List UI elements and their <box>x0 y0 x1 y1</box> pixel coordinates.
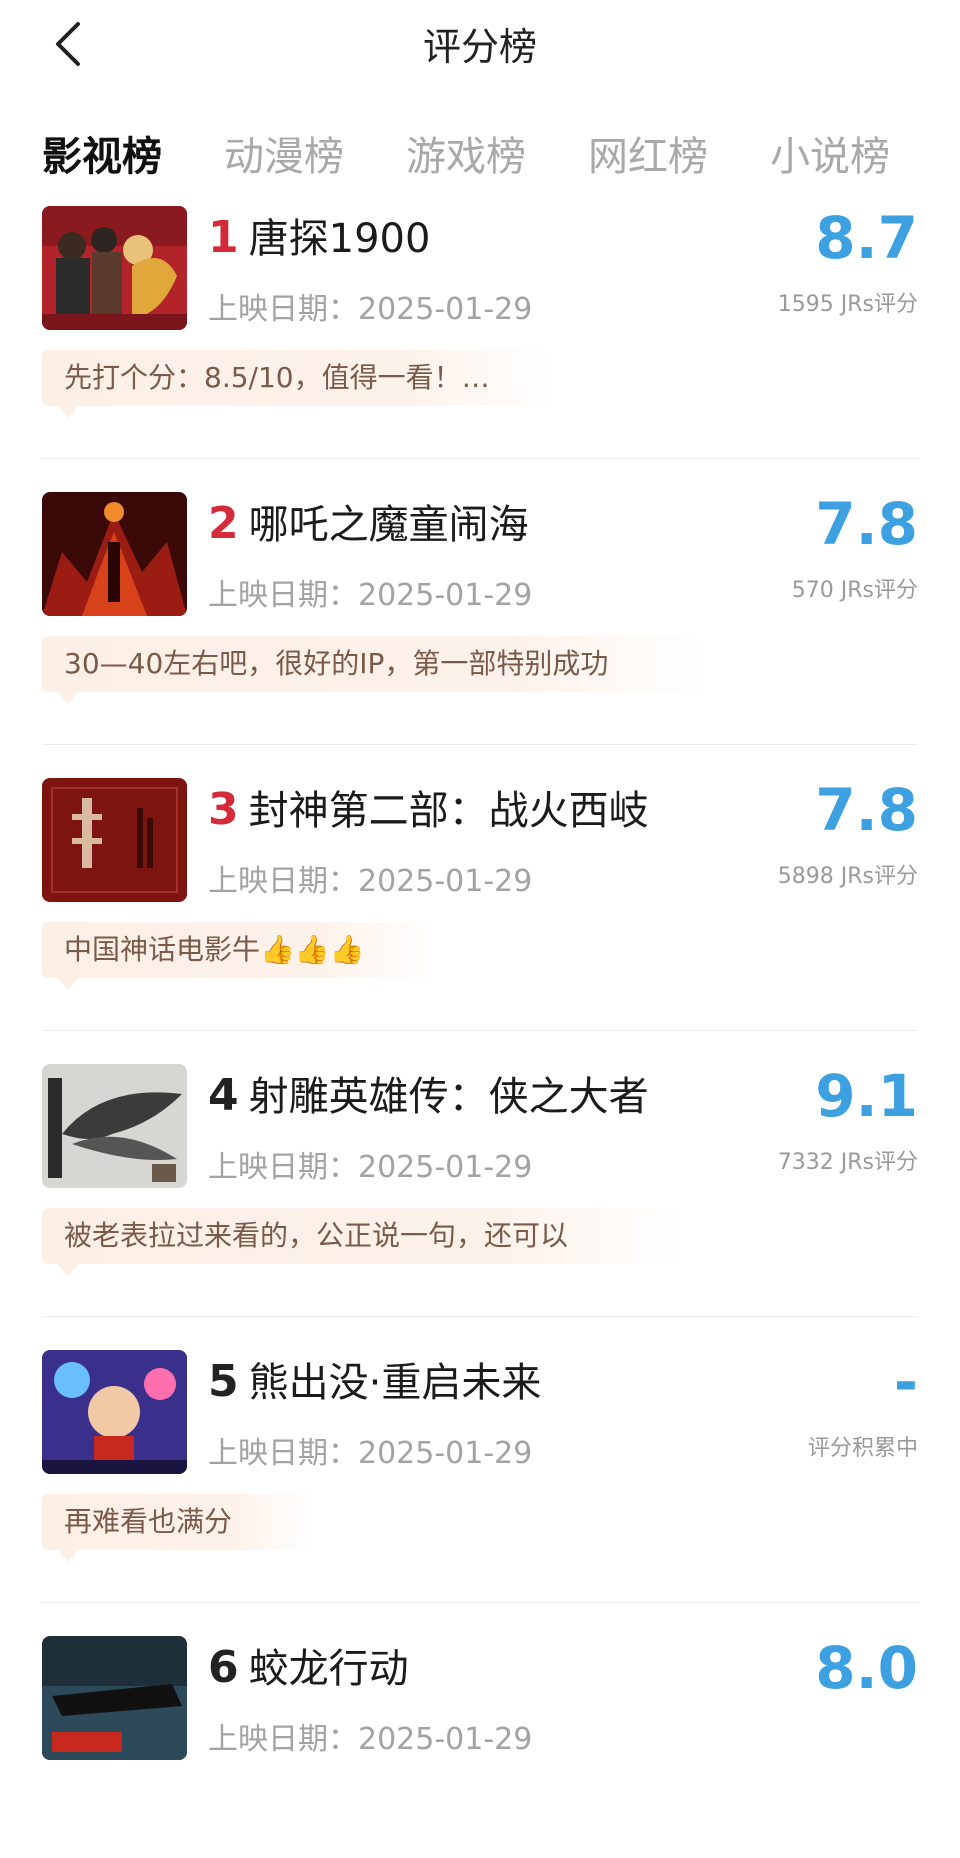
rank-number: 3 <box>208 784 239 835</box>
release-date: 上映日期：2025-01-29 <box>208 1436 533 1471</box>
divider <box>42 458 918 459</box>
movie-title: 唐探1900 <box>248 216 431 262</box>
score-count: 570 JRs评分 <box>791 578 918 603</box>
divider <box>42 744 918 745</box>
movie-title: 射雕英雄传：侠之大者 <box>248 1074 649 1120</box>
tab-film-tv[interactable]: 影视榜 <box>42 124 162 182</box>
list-item[interactable]: 4 射雕英雄传：侠之大者 上映日期：2025-01-29 9.1 7332 JRs… <box>0 1064 960 1370</box>
top-bar: 评分榜 <box>0 0 960 100</box>
rank-number: 2 <box>208 498 239 549</box>
comment-bubble[interactable]: 30—40左右吧，很好的IP，第一部特别成功 <box>42 636 706 704</box>
movie-title-row[interactable]: 4 射雕英雄传：侠之大者 <box>208 1064 649 1124</box>
category-tabs: 影视榜 动漫榜 游戏榜 网红榜 小说榜 <box>0 118 960 188</box>
movie-title: 熊出没·重启未来 <box>248 1360 542 1406</box>
score-value: 8.0 <box>815 1634 918 1702</box>
movie-poster[interactable] <box>42 778 187 902</box>
list-item[interactable]: 5 熊出没·重启未来 上映日期：2025-01-29 - 评分积累中 再难看也满分 <box>0 1350 960 1656</box>
movie-title: 哪吒之魔童闹海 <box>248 502 529 548</box>
score-value: 8.7 <box>815 206 918 272</box>
tab-novels[interactable]: 小说榜 <box>770 124 890 182</box>
release-date: 上映日期：2025-01-29 <box>208 1722 533 1757</box>
release-date: 上映日期：2025-01-29 <box>208 578 533 613</box>
comment-bubble[interactable]: 再难看也满分 <box>42 1494 314 1562</box>
score-value: 7.8 <box>815 776 918 844</box>
tabs-fade <box>900 118 960 188</box>
list-item[interactable]: 6 蛟龙行动 上映日期：2025-01-29 8.0 <box>0 1636 960 1858</box>
movie-title-row[interactable]: 6 蛟龙行动 <box>208 1636 409 1696</box>
list-item[interactable]: 1 唐探1900 上映日期：2025-01-29 8.7 1595 JRs评分 先… <box>0 206 960 512</box>
rank-number: 5 <box>208 1356 239 1407</box>
release-date: 上映日期：2025-01-29 <box>208 292 533 327</box>
rank-number: 6 <box>208 1642 239 1693</box>
comment-bubble[interactable]: 被老表拉过来看的，公正说一句，还可以 <box>42 1208 682 1276</box>
movie-title-row[interactable]: 3 封神第二部：战火西岐 <box>208 778 649 838</box>
divider <box>42 1602 918 1603</box>
score-count: 1595 JRs评分 <box>777 292 918 317</box>
movie-title-row[interactable]: 2 哪吒之魔童闹海 <box>208 492 529 552</box>
movie-title: 蛟龙行动 <box>248 1646 409 1692</box>
score-value: 9.1 <box>815 1062 918 1130</box>
movie-poster[interactable] <box>42 206 187 330</box>
release-date: 上映日期：2025-01-29 <box>208 1150 533 1185</box>
tab-anime[interactable]: 动漫榜 <box>224 124 344 182</box>
score-count: 评分积累中 <box>807 1436 918 1461</box>
rank-number: 4 <box>208 1070 239 1121</box>
movie-poster[interactable] <box>42 1636 187 1760</box>
score-count: 7332 JRs评分 <box>777 1150 918 1175</box>
comment-bubble[interactable]: 先打个分：8.5/10，值得一看！… <box>42 350 554 418</box>
movie-poster[interactable] <box>42 492 187 616</box>
ranking-list: 1 唐探1900 上映日期：2025-01-29 8.7 1595 JRs评分 先… <box>0 206 960 1858</box>
movie-title-row[interactable]: 5 熊出没·重启未来 <box>208 1350 541 1410</box>
page-title: 评分榜 <box>422 25 537 69</box>
score-count: 5898 JRs评分 <box>777 864 918 889</box>
list-item[interactable]: 3 封神第二部：战火西岐 上映日期：2025-01-29 7.8 5898 JRs… <box>0 778 960 1084</box>
movie-title-row[interactable]: 1 唐探1900 <box>208 206 430 266</box>
tab-games[interactable]: 游戏榜 <box>406 124 526 182</box>
divider <box>42 1316 918 1317</box>
list-item[interactable]: 2 哪吒之魔童闹海 上映日期：2025-01-29 7.8 570 JRs评分 3… <box>0 492 960 798</box>
release-date: 上映日期：2025-01-29 <box>208 864 533 899</box>
movie-poster[interactable] <box>42 1064 187 1188</box>
movie-title: 封神第二部：战火西岐 <box>248 788 649 834</box>
movie-poster[interactable] <box>42 1350 187 1474</box>
divider <box>42 1030 918 1031</box>
tab-influencers[interactable]: 网红榜 <box>588 124 708 182</box>
comment-bubble[interactable]: 中国神话电影牛👍👍👍 <box>42 922 434 990</box>
rank-number: 1 <box>208 212 239 263</box>
score-value: 7.8 <box>815 490 918 558</box>
score-value: - <box>893 1348 918 1416</box>
